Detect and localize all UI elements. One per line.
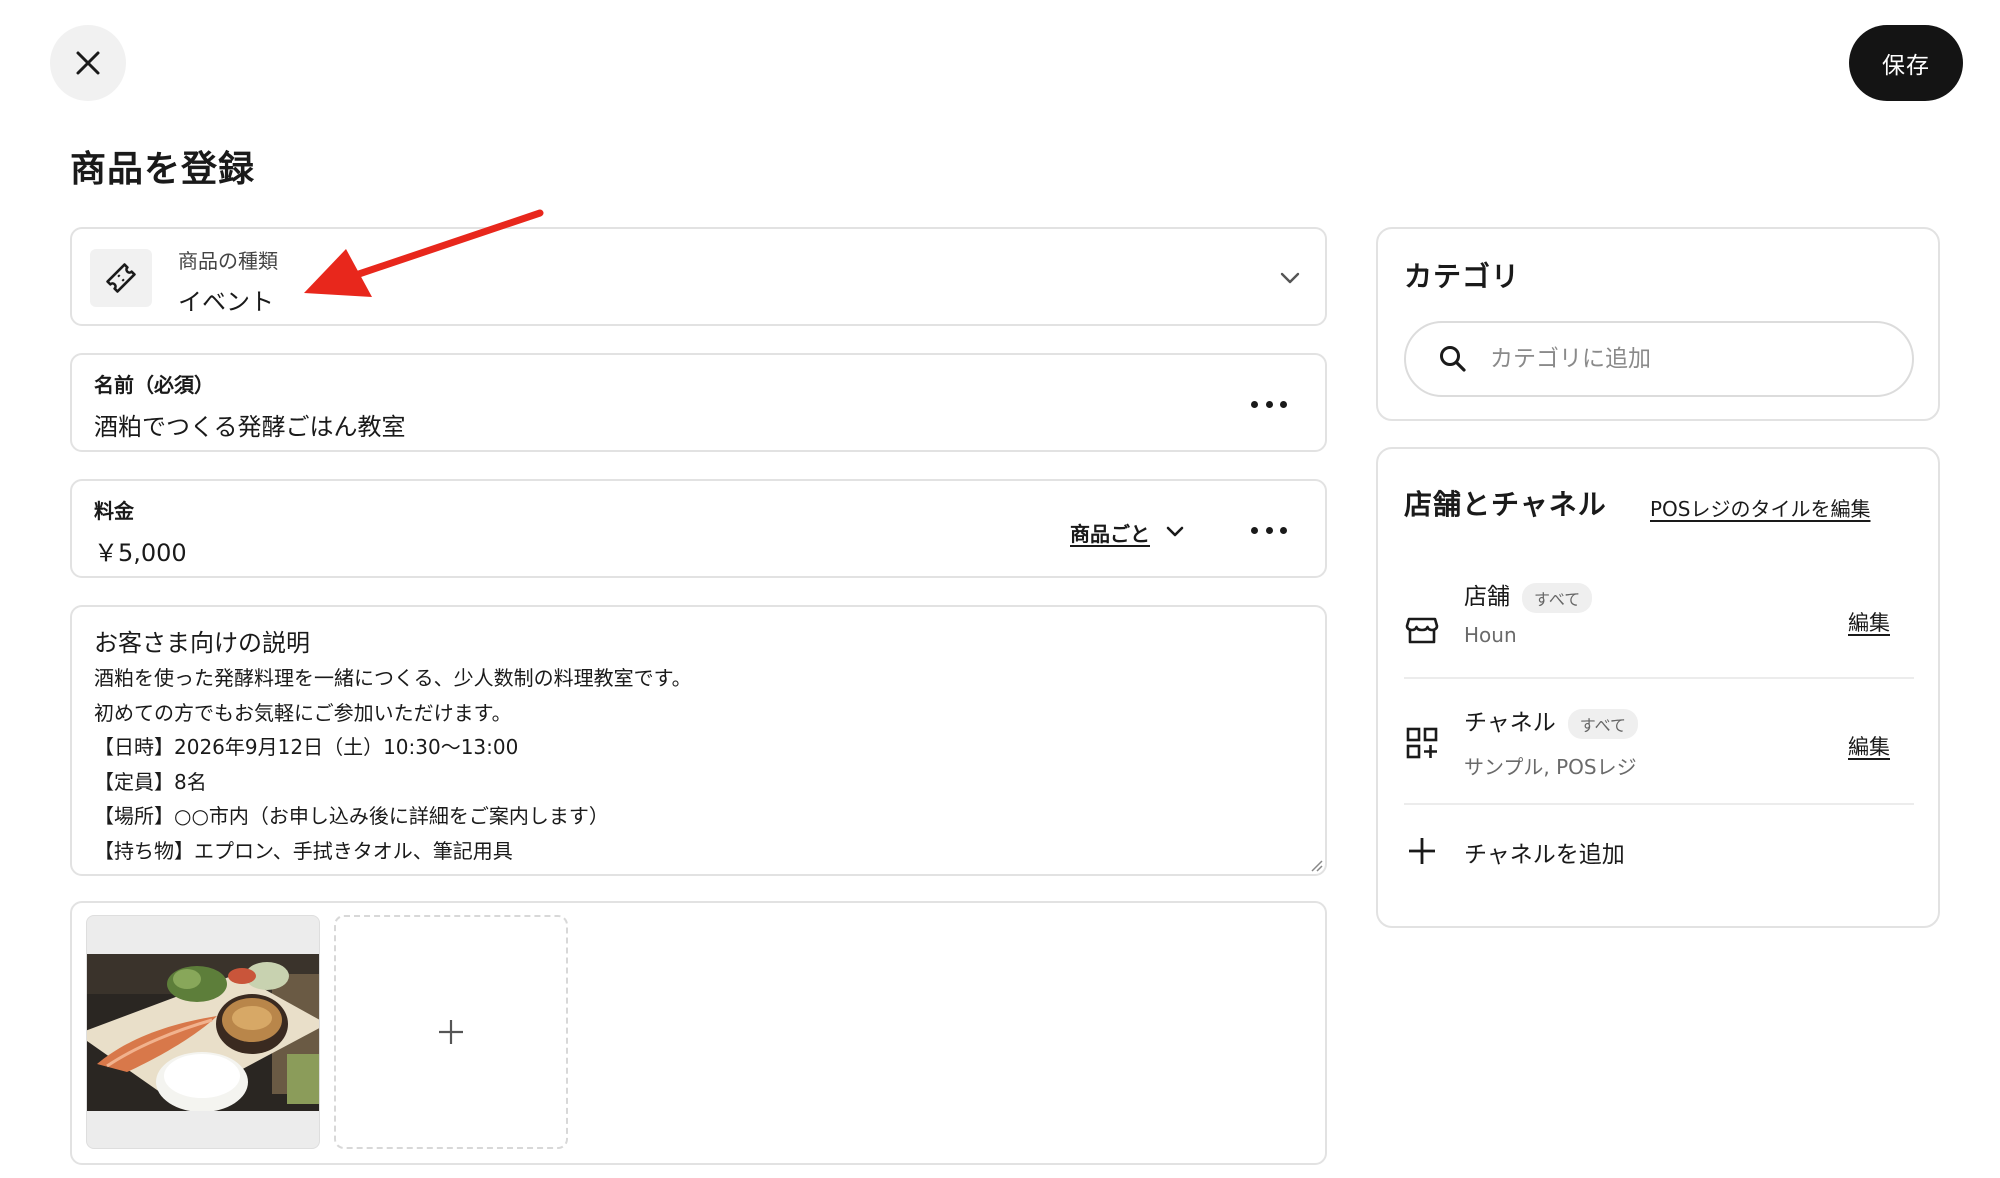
channel-name: チャネル すべて xyxy=(1464,703,1639,739)
media-section xyxy=(70,901,1327,1165)
store-badge: すべて xyxy=(1522,582,1593,613)
save-button[interactable]: 保存 xyxy=(1849,25,1963,101)
store-sub: Houn xyxy=(1464,623,1517,647)
category-card: カテゴリ xyxy=(1376,227,1940,421)
resize-handle-icon[interactable] xyxy=(1309,858,1323,872)
more-icon xyxy=(1251,526,1258,534)
channel-row: チャネル すべて サンプル, POSレジ 編集 xyxy=(1404,681,1914,805)
stores-channels-title: 店舗とチャネル xyxy=(1404,488,1607,521)
price-field[interactable]: 料金 ￥5,000 商品ごと xyxy=(70,479,1327,578)
name-field-label: 名前（必須） xyxy=(94,373,214,397)
price-more-button[interactable] xyxy=(1251,519,1287,541)
name-more-button[interactable] xyxy=(1251,393,1287,415)
plus-icon xyxy=(1409,838,1435,864)
store-edit-link[interactable]: 編集 xyxy=(1848,607,1890,637)
close-icon xyxy=(76,51,100,75)
store-row: 店舗 すべて Houn 編集 xyxy=(1404,577,1914,679)
pricing-mode-label: 商品ごと xyxy=(1070,521,1150,546)
product-image-thumbnail[interactable] xyxy=(86,915,320,1149)
page-title: 商品を登録 xyxy=(70,149,256,190)
channel-edit-link[interactable]: 編集 xyxy=(1848,731,1890,761)
category-search-input[interactable] xyxy=(1490,346,1890,372)
product-type-icon-box xyxy=(90,249,152,307)
product-type-value: イベント xyxy=(178,288,274,316)
edit-pos-tiles-link[interactable]: POSレジのタイルを編集 xyxy=(1650,493,1871,522)
pricing-mode-dropdown[interactable]: 商品ごと xyxy=(1070,517,1186,547)
add-channel-label: チャネルを追加 xyxy=(1464,842,1625,868)
add-image-button[interactable] xyxy=(334,915,568,1149)
close-button[interactable] xyxy=(50,25,126,101)
more-icon xyxy=(1280,400,1287,408)
more-icon xyxy=(1251,400,1258,408)
chevron-down-icon xyxy=(1166,526,1184,537)
channel-badge: すべて xyxy=(1567,708,1639,739)
channel-label: チャネル xyxy=(1464,710,1556,736)
chevron-down-icon xyxy=(1280,272,1300,284)
category-search[interactable] xyxy=(1404,321,1914,397)
description-field[interactable]: お客さま向けの説明 酒粕を使った発酵料理を一緒につくる、少人数制の料理教室です。… xyxy=(70,605,1327,876)
product-type-select[interactable]: 商品の種類 イベント xyxy=(70,227,1327,326)
description-textarea[interactable]: 酒粕を使った発酵料理を一緒につくる、少人数制の料理教室です。 初めての方でもお気… xyxy=(94,661,1294,868)
more-icon xyxy=(1265,400,1273,408)
plus-icon xyxy=(439,1020,463,1044)
store-name: 店舗 すべて xyxy=(1464,577,1593,613)
product-type-label: 商品の種類 xyxy=(178,249,278,273)
add-channel-button[interactable]: チャネルを追加 xyxy=(1404,807,1914,897)
category-title: カテゴリ xyxy=(1404,260,1521,293)
more-icon xyxy=(1265,526,1273,534)
ticket-icon xyxy=(106,263,136,293)
apps-add-icon xyxy=(1406,727,1438,759)
price-field-value[interactable]: ￥5,000 xyxy=(94,533,187,568)
stores-channels-card: 店舗とチャネル POSレジのタイルを編集 店舗 すべて Houn 編集 チャネルす… xyxy=(1376,447,1940,928)
price-field-label: 料金 xyxy=(94,499,134,523)
name-field[interactable]: 名前（必須） 酒粕でつくる発酵ごはん教室 xyxy=(70,353,1327,452)
name-field-value[interactable]: 酒粕でつくる発酵ごはん教室 xyxy=(94,407,406,442)
meal-photo xyxy=(87,954,319,1111)
search-icon xyxy=(1440,346,1466,372)
store-icon xyxy=(1405,617,1439,644)
channel-sub: サンプル, POSレジ xyxy=(1464,755,1637,779)
description-label: お客さま向けの説明 xyxy=(94,629,310,657)
product-register-page: 保存 商品を登録 商品の種類 イベント 名前（必須） 酒粕でつくる発酵ごはん教室 xyxy=(0,0,2000,1178)
store-label: 店舗 xyxy=(1464,584,1510,610)
more-icon xyxy=(1280,526,1287,534)
